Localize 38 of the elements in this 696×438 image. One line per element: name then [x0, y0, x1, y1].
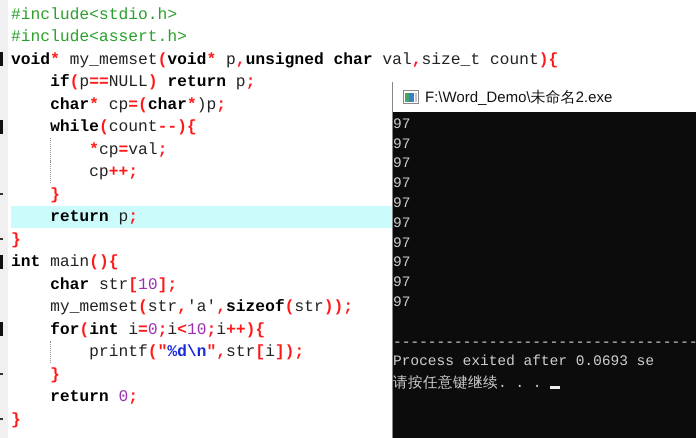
code-line: my_memset(str,'a',sizeof(str)); [49, 297, 354, 316]
console-output-line: 97 [393, 156, 410, 172]
code-line: } [11, 230, 21, 249]
fold-marker-icon[interactable] [0, 52, 3, 66]
console-prompt: 请按任意键继续. . . [393, 374, 543, 392]
code-line: cp++; [88, 162, 138, 182]
console-output-line: 97 [393, 176, 410, 192]
code-line: #include<assert.h> [11, 27, 187, 46]
console-output-line: ----------------------------------- [393, 334, 696, 351]
window-title: F:\Word_Demo\未命名2.exe [425, 88, 612, 106]
code-line: void* my_memset(void* p,unsigned char val,size_t count){ [11, 50, 558, 69]
code-line: if(p==NULL) return p; [49, 72, 256, 92]
fold-marker-icon[interactable] [0, 254, 3, 268]
code-line: } [49, 364, 60, 384]
code-line: for(int i=0;i<10;i++){ [49, 320, 266, 339]
code-line: int main(){ [11, 252, 118, 272]
code-line: printf("%d\n",str[i]); [88, 342, 304, 362]
console-output-line: 97 [393, 295, 410, 312]
console-output-line: 97 [393, 136, 410, 153]
console-output-line: 97 [393, 236, 410, 252]
fold-marker-icon[interactable] [0, 322, 3, 336]
code-line: while(count--){ [49, 117, 197, 136]
code-line: char str[10]; [49, 274, 178, 294]
console-output-line: 97 [393, 275, 410, 292]
console-output-line: Process exited after 0.0693 se [393, 354, 654, 370]
console-output-line: 97 [393, 116, 410, 133]
code-line: } [49, 184, 60, 204]
window-icon [403, 90, 419, 104]
fold-marker-icon[interactable] [0, 120, 3, 134]
console-output-line: 97 [393, 216, 410, 232]
code-line: char* cp=(char*)p; [49, 94, 226, 114]
code-line: #include<stdio.h> [11, 4, 178, 24]
console-output-line: 97 [393, 255, 410, 272]
code-line: return p; [49, 207, 138, 226]
code-line: } [11, 410, 21, 429]
code-line: *cp=val; [88, 140, 168, 159]
code-line: return 0; [49, 387, 138, 406]
console-output-line: 97 [393, 196, 410, 212]
